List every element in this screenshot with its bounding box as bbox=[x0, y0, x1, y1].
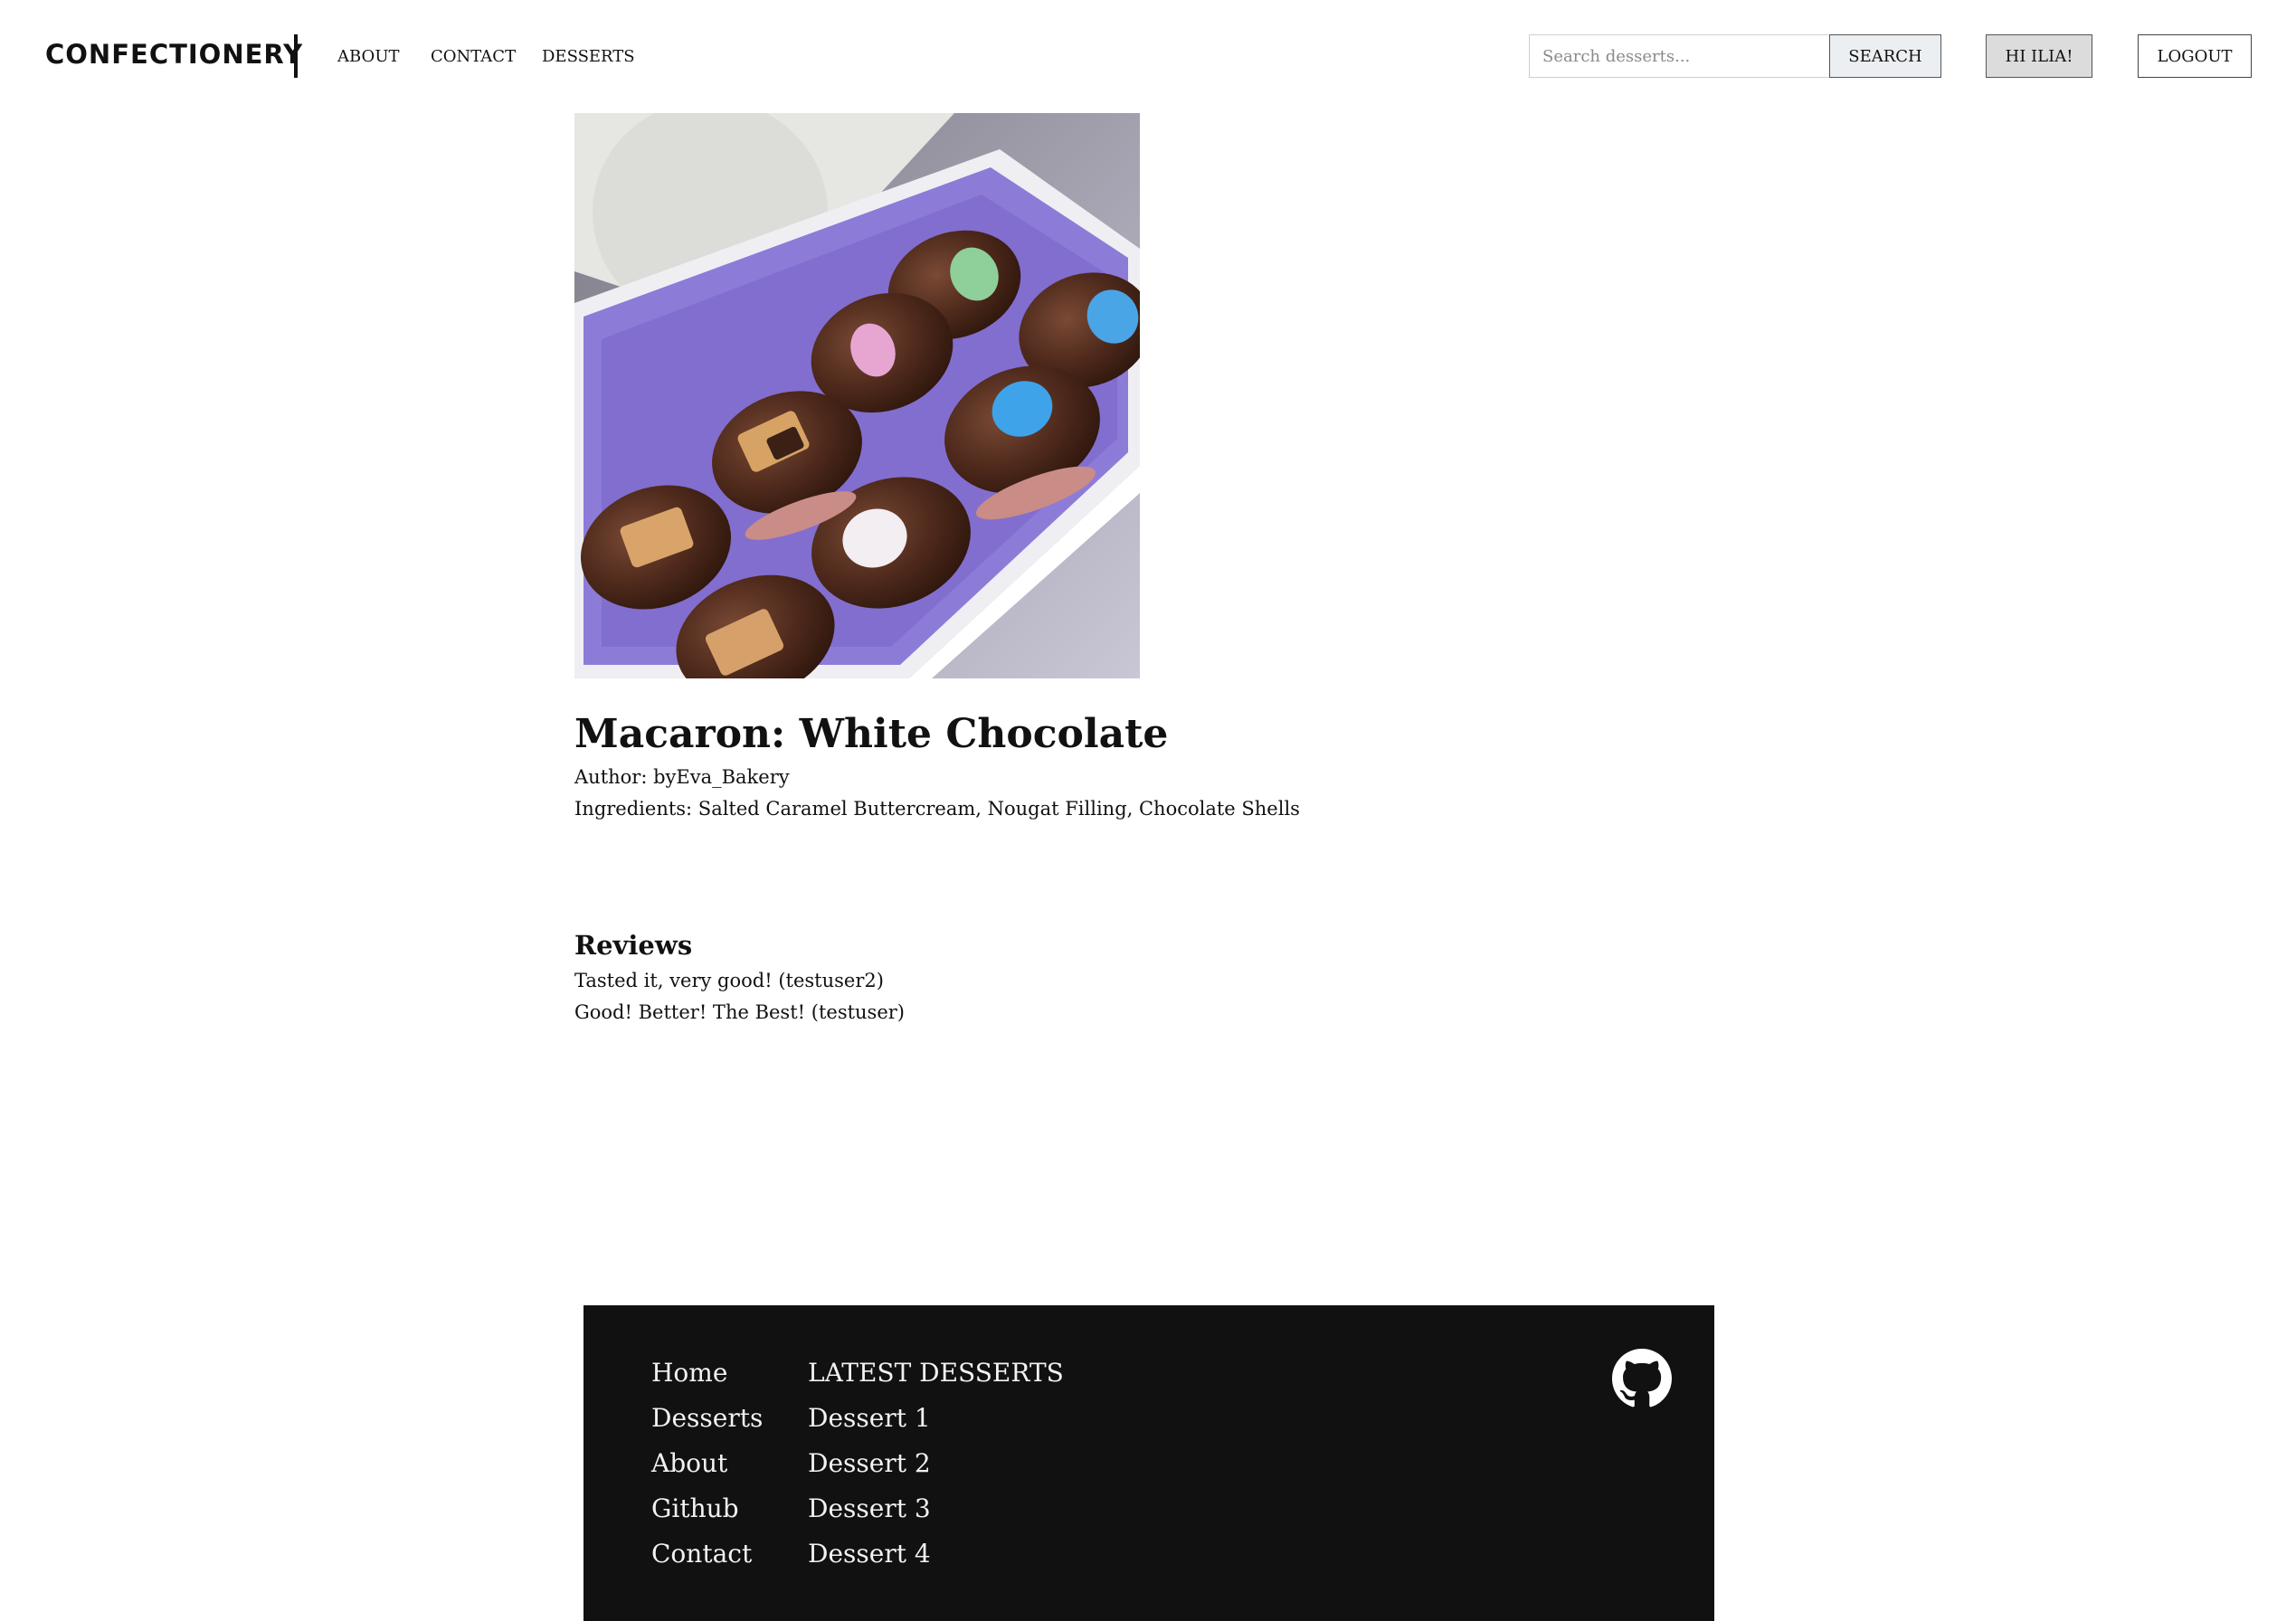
search-input[interactable] bbox=[1529, 34, 1829, 78]
footer-link-desserts[interactable]: Desserts bbox=[651, 1400, 763, 1436]
site-footer: Home Desserts About Github Contact LATES… bbox=[583, 1305, 1714, 1621]
footer-latest-dessert-1[interactable]: Dessert 1 bbox=[808, 1400, 931, 1436]
product-title: Macaron: White Chocolate bbox=[574, 711, 1169, 757]
user-greeting-button[interactable]: HI ILIA! bbox=[1986, 34, 2092, 78]
footer-link-about[interactable]: About bbox=[651, 1446, 727, 1482]
footer-latest-dessert-2[interactable]: Dessert 2 bbox=[808, 1446, 931, 1482]
nav-desserts-link[interactable]: DESSERTS bbox=[542, 45, 635, 69]
reviews-heading: Reviews bbox=[574, 930, 693, 961]
product-author: Author: byEva_Bakery bbox=[574, 766, 790, 788]
review-item: Tasted it, very good! (testuser2) bbox=[574, 970, 884, 991]
logo-divider bbox=[294, 34, 298, 78]
footer-link-home[interactable]: Home bbox=[651, 1355, 727, 1391]
nav-about-link[interactable]: ABOUT bbox=[337, 45, 400, 69]
review-item: Good! Better! The Best! (testuser) bbox=[574, 1001, 905, 1023]
search-button[interactable]: SEARCH bbox=[1829, 34, 1941, 78]
nav-contact-link[interactable]: CONTACT bbox=[431, 45, 516, 69]
footer-latest-dessert-3[interactable]: Dessert 3 bbox=[808, 1491, 931, 1527]
product-image bbox=[574, 113, 1140, 678]
footer-link-github[interactable]: Github bbox=[651, 1491, 739, 1527]
product-ingredients: Ingredients: Salted Caramel Buttercream,… bbox=[574, 798, 1300, 820]
footer-latest-dessert-4[interactable]: Dessert 4 bbox=[808, 1536, 931, 1572]
latest-desserts-heading: LATEST DESSERTS bbox=[808, 1358, 1064, 1388]
site-logo[interactable]: CONFECTIONERY bbox=[45, 36, 303, 72]
footer-link-contact[interactable]: Contact bbox=[651, 1536, 752, 1572]
logout-button[interactable]: LOGOUT bbox=[2138, 34, 2252, 78]
github-icon[interactable] bbox=[1612, 1349, 1672, 1408]
site-header: CONFECTIONERY ABOUT CONTACT DESSERTS SEA… bbox=[0, 0, 2296, 114]
